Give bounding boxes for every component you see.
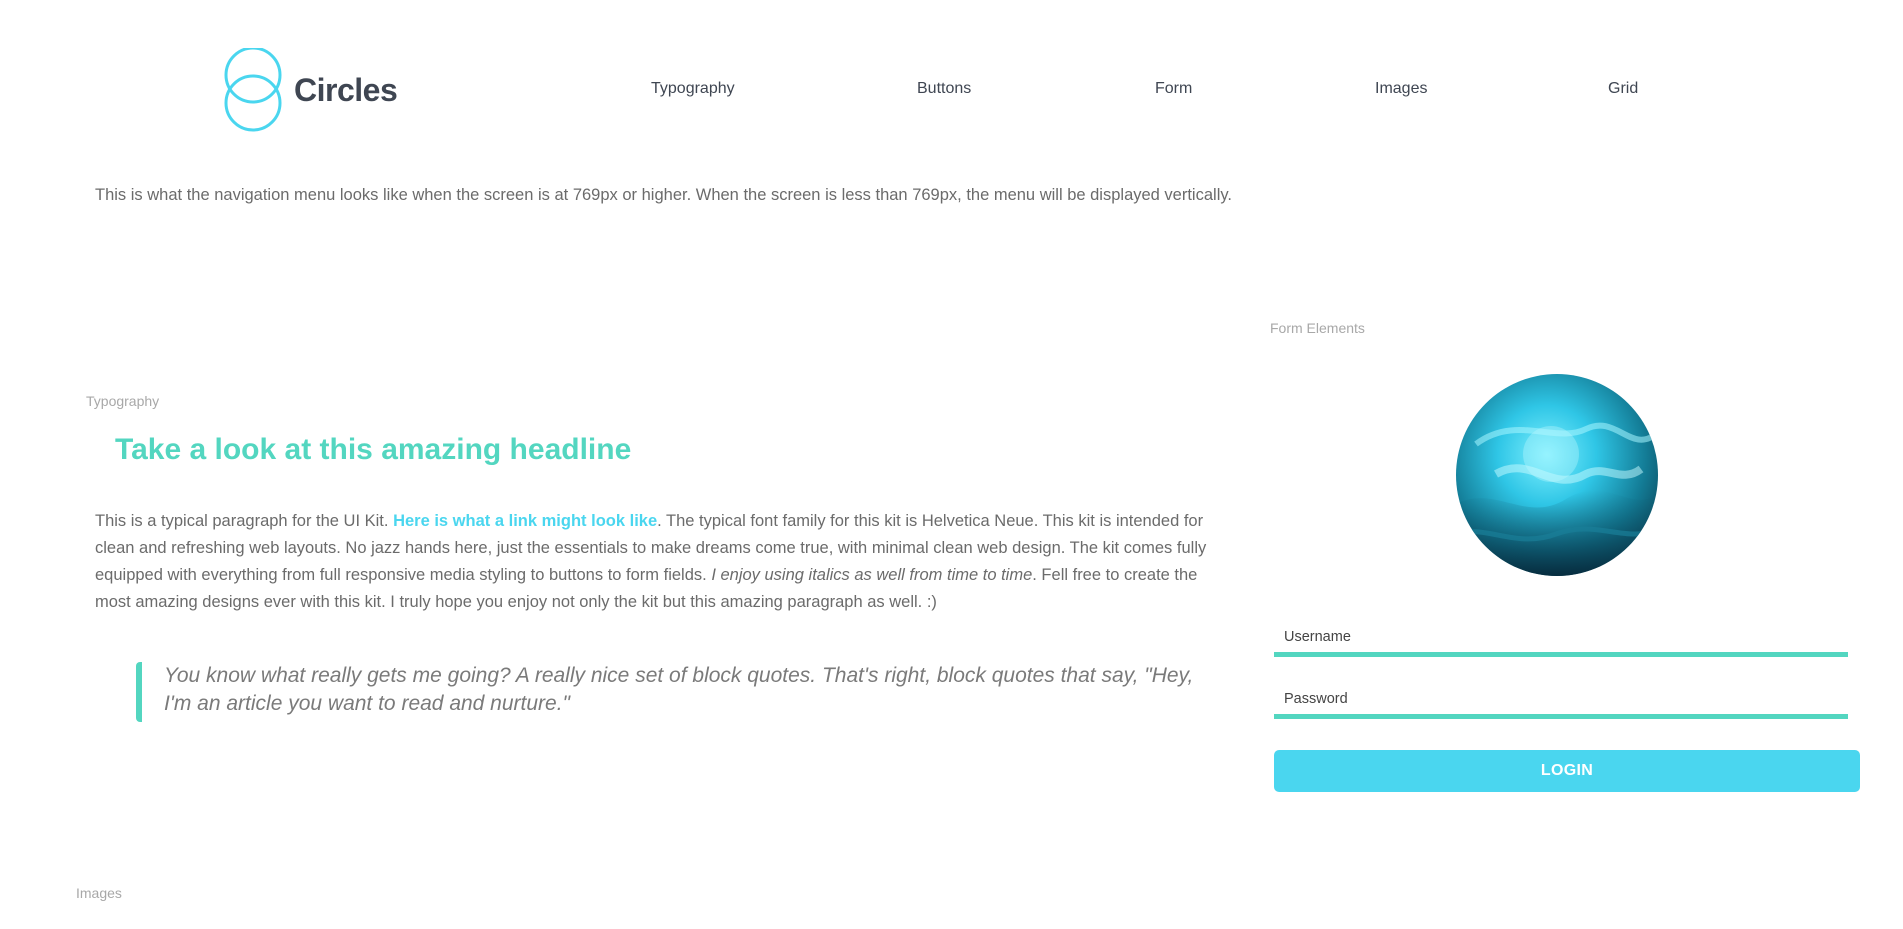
typography-section-label: Typography [86, 393, 160, 409]
block-quote: You know what really gets me going? A re… [136, 662, 1224, 722]
circles-logo-icon [224, 48, 282, 132]
images-section-label: Images [76, 885, 122, 901]
nav-item-buttons[interactable]: Buttons [917, 80, 971, 98]
form-section-label: Form Elements [1270, 320, 1365, 336]
brand-logo[interactable]: Circles [222, 48, 422, 134]
brand-name: Circles [294, 72, 398, 108]
username-field[interactable] [1274, 622, 1848, 657]
italic-text: I enjoy using italics as well from time … [711, 566, 1033, 584]
password-field[interactable] [1274, 684, 1848, 719]
nav-description: This is what the navigation menu looks l… [95, 186, 1232, 204]
nav-item-grid[interactable]: Grid [1608, 80, 1638, 98]
login-button[interactable]: LOGIN [1274, 750, 1860, 792]
nav-item-form[interactable]: Form [1155, 80, 1192, 98]
nav-item-typography[interactable]: Typography [651, 80, 735, 98]
headline: Take a look at this amazing headline [115, 433, 632, 466]
paragraph-text: This is a typical paragraph for the UI K… [95, 512, 394, 530]
body-paragraph: This is a typical paragraph for the UI K… [95, 508, 1215, 616]
wave-image [1456, 374, 1658, 576]
ocean-wave-image [1456, 374, 1658, 576]
sample-link[interactable]: Here is what a link might look like [393, 512, 657, 530]
nav-item-images[interactable]: Images [1375, 80, 1427, 98]
